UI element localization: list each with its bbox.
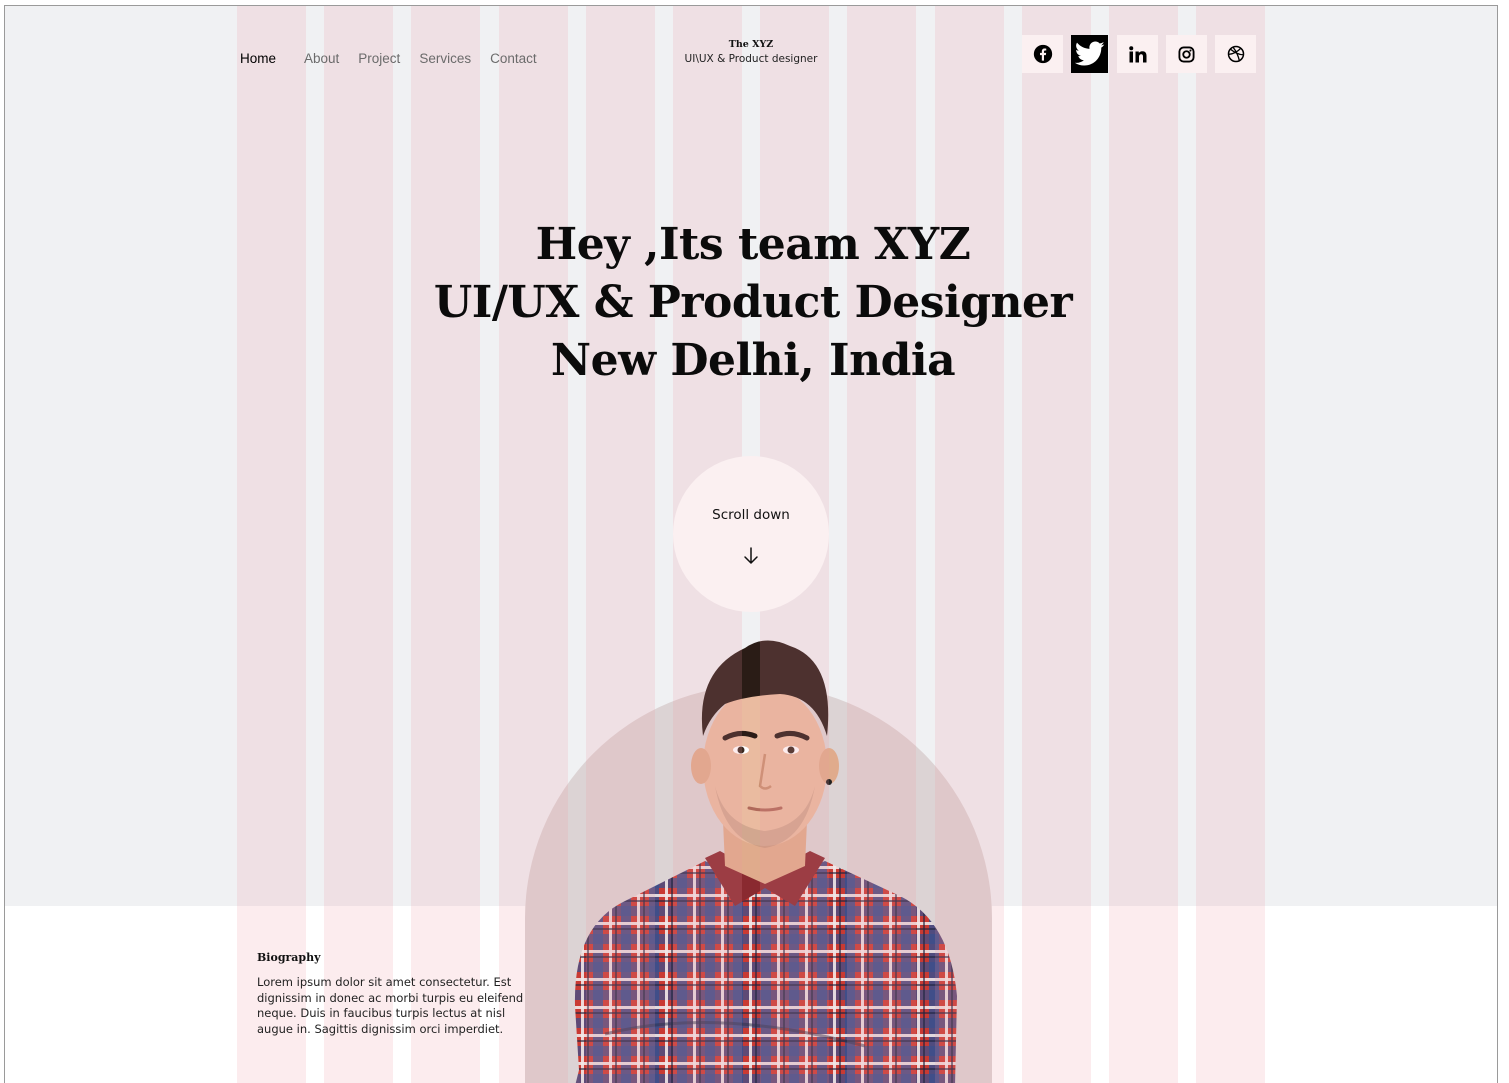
arrow-down-icon: [744, 547, 758, 564]
page-frame: Home About Project Services Contact The …: [4, 5, 1498, 1083]
nav-contact[interactable]: Contact: [490, 51, 537, 67]
nav-project[interactable]: Project: [358, 51, 400, 67]
hero-line-intro: Hey ,Its team XYZ: [535, 219, 971, 270]
hero-heading: Hey ,Its team XYZ UI/UX & Product Design…: [385, 216, 1121, 390]
instagram-icon: [1178, 45, 1195, 63]
grid-column: [237, 6, 306, 1083]
linkedin-icon: [1128, 45, 1146, 62]
social-links: [1022, 35, 1264, 73]
biography-text: Lorem ipsum dolor sit amet consectetur. …: [257, 975, 524, 1036]
grid-column: [1109, 6, 1178, 1083]
dribbble-icon: [1227, 45, 1244, 63]
hero-line-role: UI/UX & Product Designer: [433, 277, 1073, 328]
grid-column: [324, 6, 393, 1083]
nav-about[interactable]: About: [304, 51, 339, 67]
dribbble-button[interactable]: [1215, 35, 1256, 73]
grid-column: [1022, 6, 1091, 1083]
linkedin-button[interactable]: [1117, 35, 1158, 73]
biography-section: Biography Lorem ipsum dolor sit amet con…: [257, 951, 537, 1037]
instagram-button[interactable]: [1166, 35, 1207, 73]
scroll-down-label: Scroll down: [712, 507, 790, 523]
grid-column: [847, 6, 916, 1083]
twitter-button[interactable]: [1071, 35, 1108, 73]
facebook-icon: [1033, 44, 1052, 64]
hero-line-location: New Delhi, India: [550, 335, 956, 386]
facebook-button[interactable]: [1022, 35, 1063, 73]
scroll-down-button[interactable]: Scroll down: [673, 456, 829, 612]
nav-services[interactable]: Services: [419, 51, 471, 67]
grid-column: [499, 6, 568, 1083]
grid-column: [586, 6, 655, 1083]
grid-column: [411, 6, 480, 1083]
grid-column: [935, 6, 1004, 1083]
brand-subtitle: UI\UX & Product designer: [684, 53, 818, 65]
grid-column: [1196, 6, 1265, 1083]
main-nav: Home About Project Services Contact: [240, 51, 556, 67]
brand[interactable]: The XYZ UI\UX & Product designer: [645, 39, 857, 66]
nav-home[interactable]: Home: [240, 51, 276, 67]
brand-title: The XYZ: [728, 39, 774, 50]
twitter-icon: [1074, 41, 1104, 66]
biography-title: Biography: [257, 951, 321, 964]
